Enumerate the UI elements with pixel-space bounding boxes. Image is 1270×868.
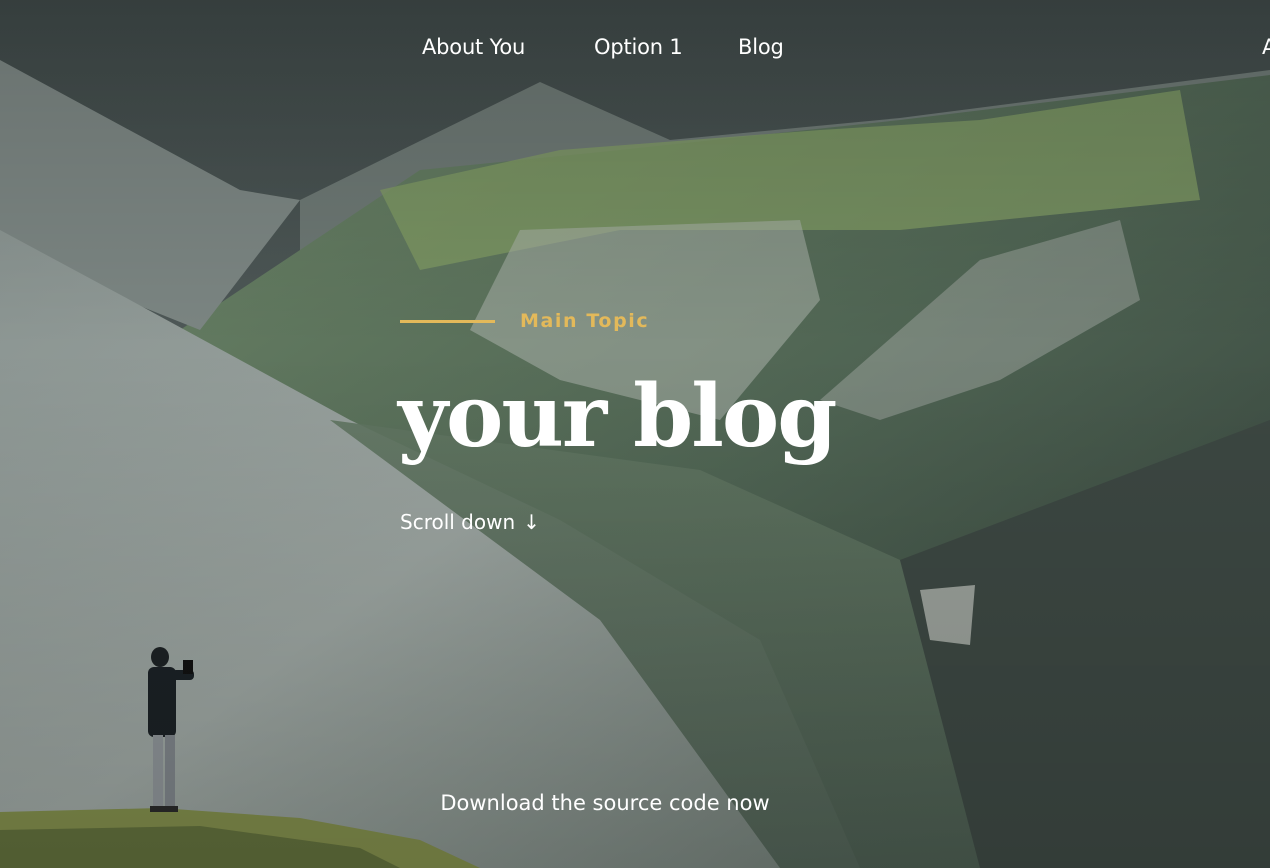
nav-link-blog[interactable]: Blog <box>738 30 784 64</box>
scroll-down-label: Scroll down <box>400 510 516 534</box>
top-navigation: About You Option 1 Blog A <box>0 30 1270 66</box>
topic-row: Main Topic <box>400 308 800 336</box>
download-source-link[interactable]: Download the source code now <box>0 788 1210 818</box>
nav-link-truncated[interactable]: A <box>1262 30 1270 64</box>
hero-title: your blog <box>398 366 837 467</box>
scroll-down-link[interactable]: Scroll down ↓ <box>400 508 540 536</box>
hero-section: About You Option 1 Blog A Main Topic you… <box>0 0 1270 868</box>
topic-label: Main Topic <box>520 310 650 332</box>
arrow-down-icon: ↓ <box>523 510 540 534</box>
nav-link-option-1[interactable]: Option 1 <box>594 30 683 64</box>
topic-accent-line <box>400 320 495 323</box>
nav-link-about-you[interactable]: About You <box>422 30 525 64</box>
